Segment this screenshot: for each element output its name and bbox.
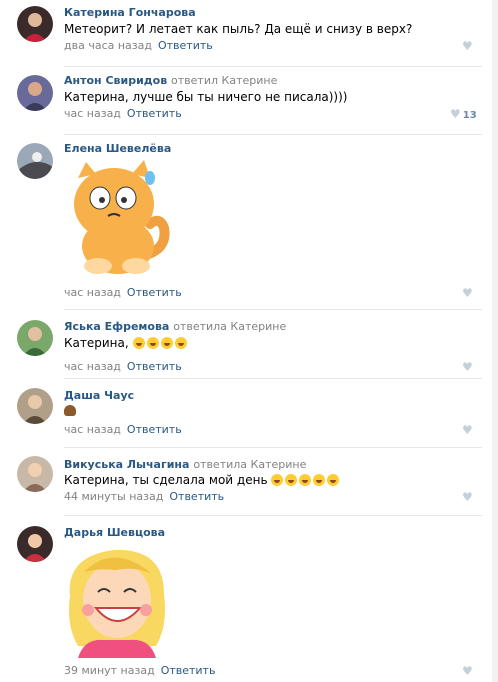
tears-of-joy-emoji (327, 474, 340, 486)
tears-of-joy-emoji (132, 337, 145, 349)
timestamp[interactable]: 39 минут назад (64, 664, 155, 677)
timestamp[interactable]: час назад (64, 107, 121, 120)
comment-text (64, 405, 76, 419)
like-button[interactable]: ♥ (462, 286, 473, 300)
comment-text: Катерина, лучше бы ты ничего не писала))… (64, 90, 348, 104)
avatar[interactable] (17, 456, 53, 492)
reply-button[interactable]: Ответить (127, 423, 182, 436)
scrollbar[interactable] (492, 0, 498, 682)
reply-button[interactable]: Ответить (161, 664, 216, 677)
avatar[interactable] (17, 6, 53, 42)
comment-meta: час назад Ответить (64, 360, 182, 373)
heart-icon: ♥ (462, 360, 473, 374)
author-name[interactable]: Елена Шевелёва (64, 142, 171, 155)
tears-of-joy-emoji (160, 337, 173, 349)
comment-meta: два часа назад Ответить (64, 39, 213, 52)
reply-button[interactable]: Ответить (127, 360, 182, 373)
heart-icon: ♥ (450, 107, 461, 121)
comment-7: Дарья Шевцова 39 минут назад Ответить ♥ (0, 516, 492, 682)
reply-button[interactable]: Ответить (158, 39, 213, 52)
comment-meta: час назад Ответить (64, 423, 182, 436)
comment-text: Катерина, ты сделала мой день (64, 473, 341, 487)
timestamp[interactable]: час назад (64, 423, 121, 436)
comment-meta: 39 минут назад Ответить (64, 664, 215, 677)
like-button[interactable]: ♥ (462, 664, 473, 678)
girl-sticker (64, 546, 170, 661)
reply-button[interactable]: Ответить (169, 490, 224, 503)
comment-1: Катерина Гончарова Метеорит? И летает ка… (0, 0, 492, 66)
like-button[interactable]: ♥ 13 (450, 107, 477, 121)
avatar[interactable] (17, 75, 53, 111)
avatar[interactable] (17, 388, 53, 424)
author-name[interactable]: Антон Свиридов ответил Катерине (64, 74, 277, 87)
comment-6: Викуська Лычагина ответила Катерине Кате… (0, 448, 492, 516)
tears-of-joy-emoji (174, 337, 187, 349)
avatar[interactable] (17, 143, 53, 179)
author-name[interactable]: Викуська Лычагина ответила Катерине (64, 458, 306, 471)
author-name[interactable]: Даша Чаус (64, 389, 134, 402)
like-button[interactable]: ♥ (462, 423, 473, 437)
timestamp[interactable]: 44 минуты назад (64, 490, 163, 503)
comment-meta: час назад Ответить (64, 286, 182, 299)
comment-2: Антон Свиридов ответил Катерине Катерина… (0, 67, 492, 135)
tears-of-joy-emoji (271, 474, 284, 486)
like-count: 13 (462, 110, 477, 121)
heart-icon: ♥ (462, 664, 473, 678)
comment-text: Метеорит? И летает как пыль? Да ещё и сн… (64, 22, 413, 36)
timestamp[interactable]: два часа назад (64, 39, 152, 52)
comment-4: Яська Ефремова ответила Катерине Катерин… (0, 310, 492, 378)
like-button[interactable]: ♥ (462, 490, 473, 504)
heart-icon: ♥ (462, 286, 473, 300)
reply-button[interactable]: Ответить (127, 107, 182, 120)
like-button[interactable]: ♥ (462, 39, 473, 53)
tears-of-joy-emoji (285, 474, 298, 486)
comment-3: Елена Шевелёва час назад Ответить ♥ (0, 135, 492, 309)
tears-of-joy-emoji (146, 337, 159, 349)
avatar[interactable] (17, 320, 53, 356)
heart-icon: ♥ (462, 490, 473, 504)
like-button[interactable]: ♥ (462, 360, 473, 374)
tears-of-joy-emoji (299, 474, 312, 486)
author-name[interactable]: Дарья Шевцова (64, 526, 165, 539)
poop-emoji (64, 405, 76, 416)
comment-meta: час назад Ответить (64, 107, 182, 120)
timestamp[interactable]: час назад (64, 360, 121, 373)
avatar[interactable] (17, 526, 53, 562)
comment-meta: 44 минуты назад Ответить (64, 490, 224, 503)
heart-icon: ♥ (462, 39, 473, 53)
comment-5: Даша Чаус час назад Ответить ♥ (0, 379, 492, 447)
author-name[interactable]: Яська Ефремова ответила Катерине (64, 320, 286, 333)
tears-of-joy-emoji (313, 474, 326, 486)
cat-sticker (64, 158, 172, 279)
reply-button[interactable]: Ответить (127, 286, 182, 299)
comment-text: Катерина, (64, 336, 189, 350)
heart-icon: ♥ (462, 423, 473, 437)
author-name[interactable]: Катерина Гончарова (64, 6, 196, 19)
timestamp[interactable]: час назад (64, 286, 121, 299)
